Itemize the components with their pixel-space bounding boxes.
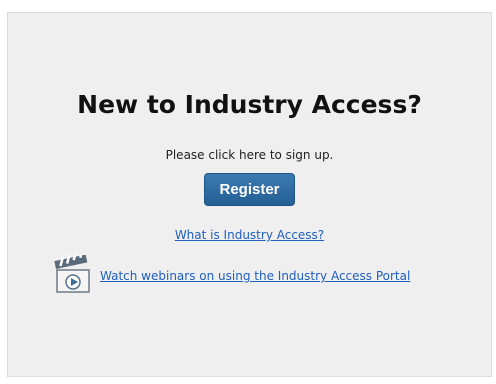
register-button[interactable]: Register (204, 173, 295, 206)
signup-prompt: Please click here to sign up. (165, 148, 334, 162)
what-is-industry-access-link[interactable]: What is Industry Access? (8, 228, 491, 242)
signup-panel: New to Industry Access? Please click her… (7, 12, 492, 377)
panel-title: New to Industry Access? (77, 90, 422, 119)
webinar-row: Watch webinars on using the Industry Acc… (53, 255, 410, 297)
video-clapperboard-icon[interactable] (53, 255, 95, 297)
webinar-link[interactable]: Watch webinars on using the Industry Acc… (100, 269, 410, 283)
